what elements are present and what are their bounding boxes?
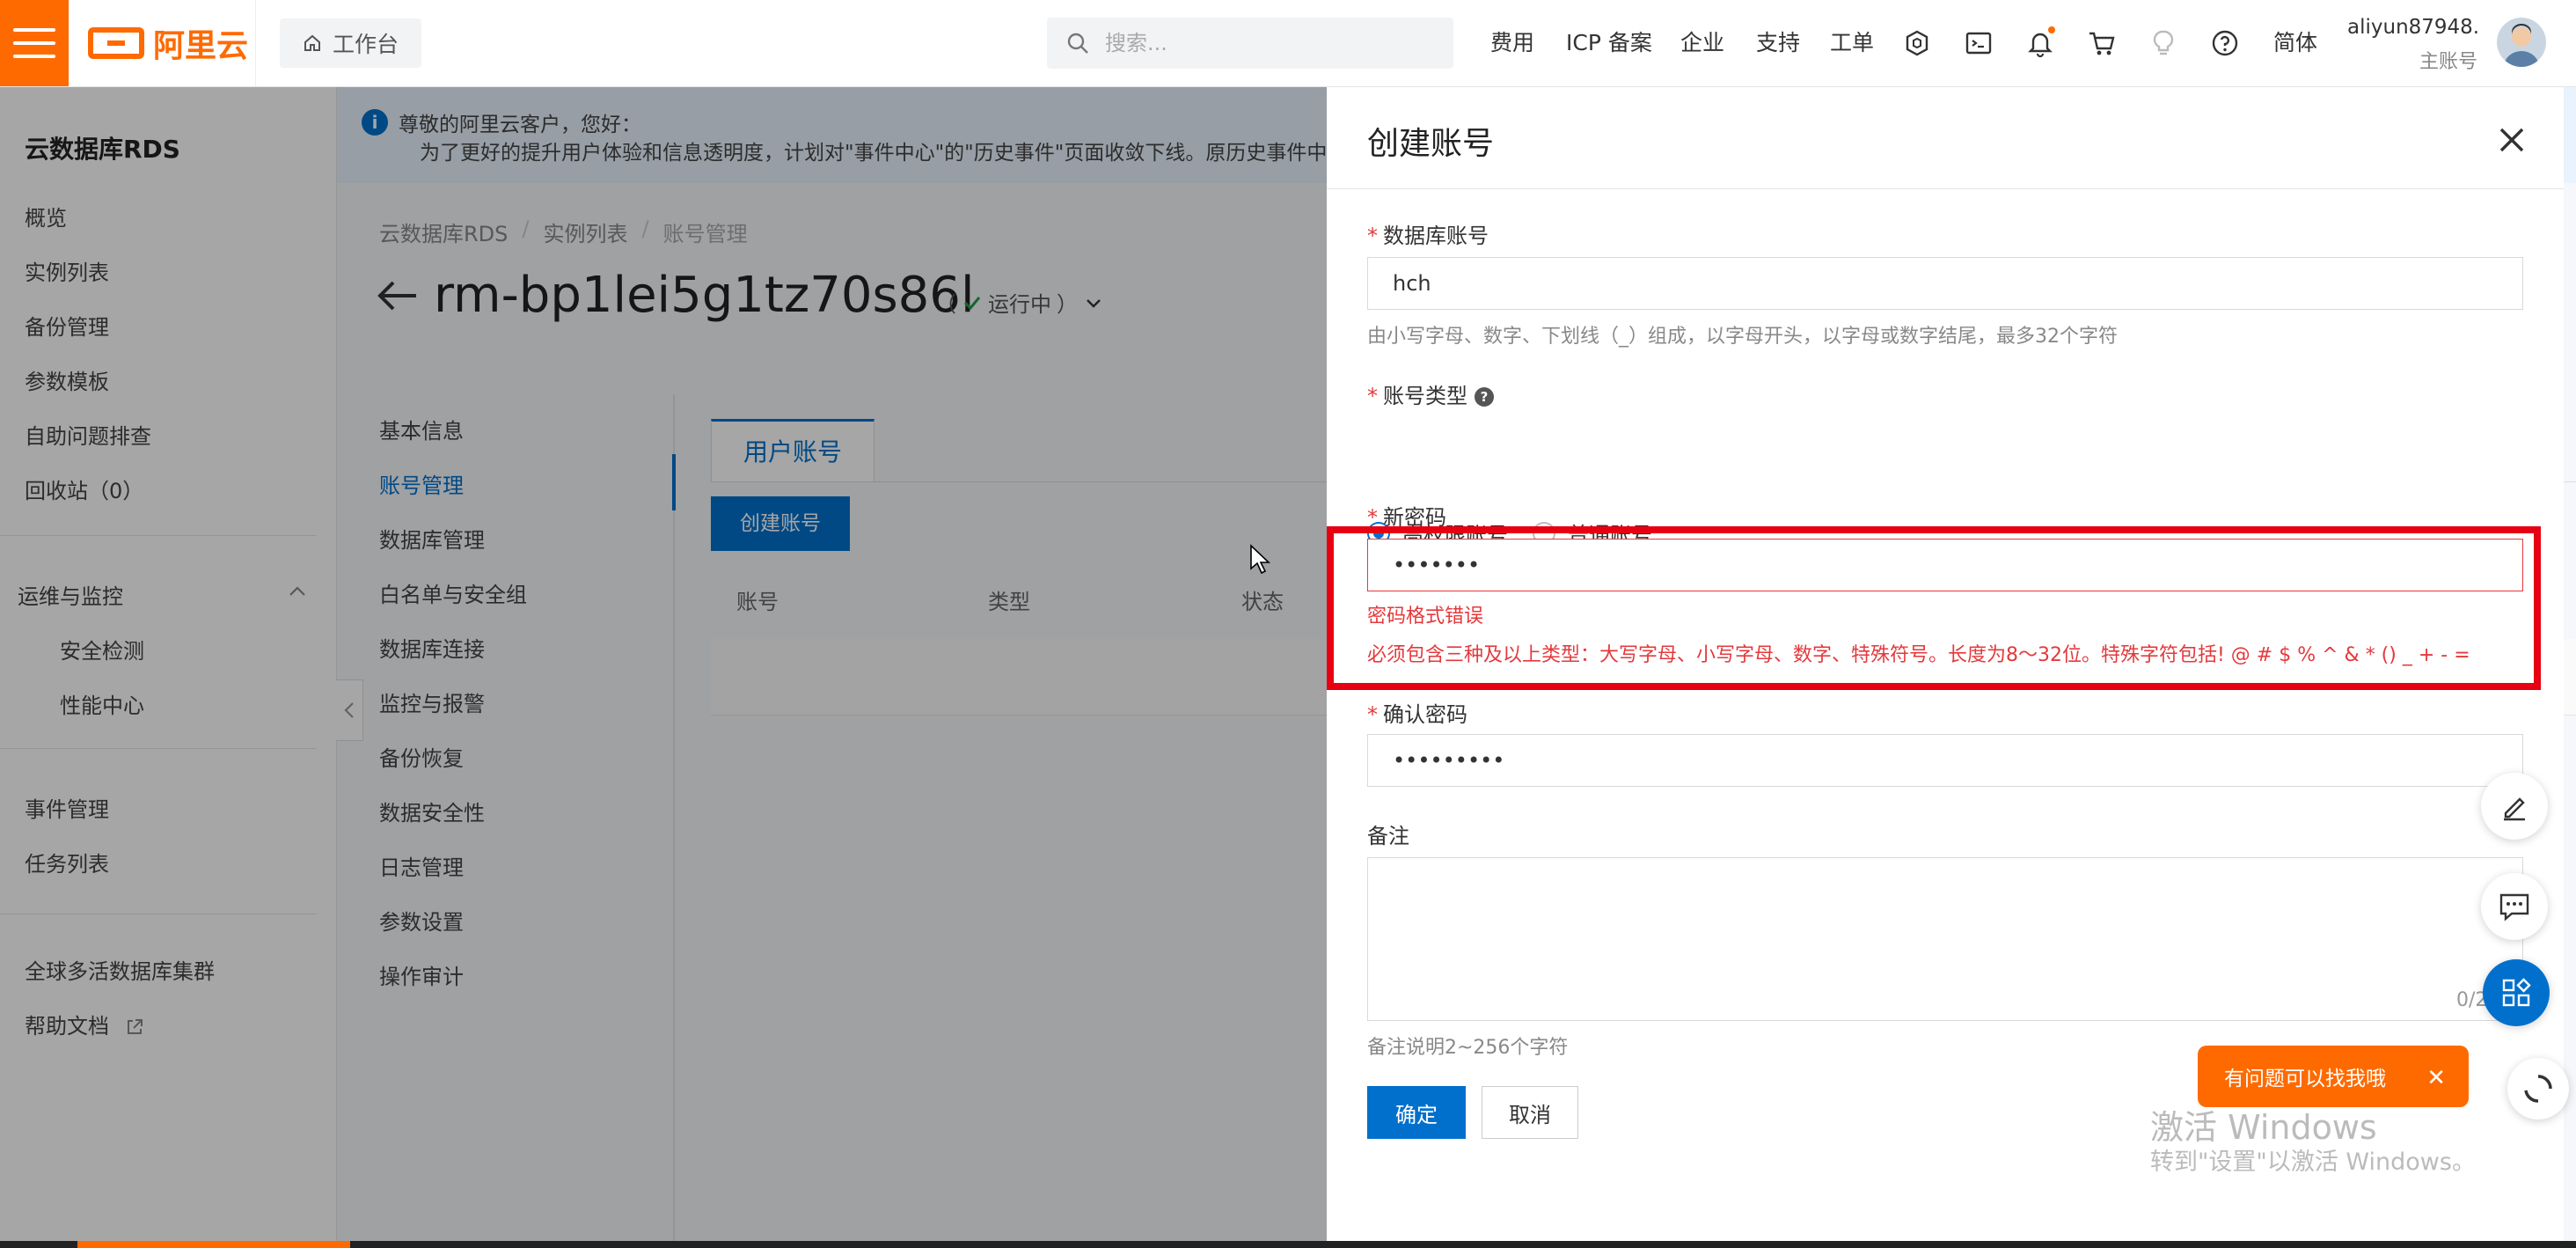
apps-grid-icon (2502, 978, 2531, 1007)
required-mark: * (1367, 384, 1378, 408)
nav-ticket[interactable]: 工单 (1830, 0, 1874, 86)
taskbar-strip (0, 1241, 2576, 1248)
logo-text: 阿里云 (153, 28, 249, 64)
nav-support[interactable]: 支持 (1756, 0, 1800, 86)
taskbar-active-indicator (77, 1241, 350, 1248)
feedback-edit-button[interactable] (2481, 773, 2548, 840)
lightbulb-icon[interactable] (2147, 26, 2180, 60)
help-circle-icon[interactable] (2208, 26, 2242, 60)
avatar[interactable] (2497, 18, 2546, 67)
confirm-password-input[interactable] (1367, 734, 2523, 787)
password-label: * 新密码 (1367, 500, 1446, 531)
chat-button[interactable] (2481, 873, 2548, 940)
password-error: 密码格式错误 (1367, 606, 1484, 628)
menu-icon-bar (13, 55, 55, 58)
modal-overlay[interactable] (0, 86, 1327, 1248)
user-role: 主账号 (2419, 51, 2477, 73)
nav-icp[interactable]: ICP 备案 (1566, 0, 1652, 86)
drawer-divider (1327, 188, 2564, 189)
user-name: aliyun87948... (2347, 16, 2477, 39)
account-type-label-text: 账号类型 (1383, 384, 1467, 408)
assistant-robot-button[interactable] (2507, 1058, 2569, 1120)
global-search[interactable] (1047, 18, 1453, 69)
required-mark: * (1367, 224, 1378, 248)
close-icon[interactable] (2497, 125, 2527, 155)
loading-spinner-icon (2524, 1075, 2552, 1103)
password-label-text: 新密码 (1383, 505, 1446, 530)
question-icon[interactable]: ? (1475, 387, 1494, 407)
menu-icon-bar (13, 41, 55, 45)
cart-icon[interactable] (2085, 26, 2119, 60)
aliyun-logo[interactable]: 阿里云 (88, 23, 249, 64)
language-switch[interactable]: 简体 (2273, 0, 2317, 86)
workbench-button[interactable]: 工作台 (280, 18, 422, 68)
apps-button[interactable] (2483, 959, 2550, 1026)
nav-enterprise[interactable]: 企业 (1680, 0, 1724, 86)
close-icon[interactable]: ✕ (2426, 1065, 2446, 1091)
confirm-password-label-text: 确认密码 (1383, 702, 1467, 727)
ai-assistant-icon[interactable] (1900, 26, 1934, 60)
menu-icon (13, 28, 55, 32)
search-input[interactable] (1103, 30, 1423, 56)
notification-dot (2048, 26, 2055, 33)
notification-bell-icon[interactable] (2023, 26, 2057, 60)
account-label: * 数据库账号 (1367, 218, 1489, 249)
mouse-cursor-icon (1250, 544, 1271, 575)
chat-icon (2499, 893, 2529, 921)
account-name-input[interactable] (1367, 257, 2523, 310)
top-bar: 阿里云 工作台 费用 ICP 备案 企业 支持 工单 简体 aliyun8794… (0, 0, 2576, 87)
drawer-title: 创建账号 (1367, 126, 1495, 162)
remark-hint: 备注说明2~256个字符 (1367, 1037, 1569, 1059)
remark-label: 备注 (1367, 824, 1409, 848)
windows-watermark-title: 激活 Windows (2150, 1108, 2377, 1147)
search-icon (1067, 33, 1088, 54)
aliyun-logo-icon (88, 27, 144, 59)
terminal-icon[interactable] (1962, 26, 1995, 60)
help-pill-text: 有问题可以找我哦 (2224, 1068, 2386, 1090)
hamburger-menu-button[interactable] (0, 0, 69, 86)
user-info[interactable]: aliyun87948... 主账号 (2347, 16, 2477, 74)
help-tooltip-pill[interactable]: 有问题可以找我哦 ✕ (2198, 1046, 2469, 1107)
account-label-text: 数据库账号 (1383, 224, 1489, 248)
remark-textarea[interactable] (1367, 857, 2523, 1021)
divider (255, 0, 256, 86)
confirm-password-label: * 确认密码 (1367, 697, 1467, 728)
cancel-button[interactable]: 取消 (1482, 1086, 1578, 1139)
edit-icon (2504, 797, 2525, 821)
confirm-button[interactable]: 确定 (1367, 1086, 1466, 1139)
required-mark: * (1367, 505, 1378, 530)
required-mark: * (1367, 702, 1378, 727)
home-icon (304, 34, 320, 51)
password-input[interactable] (1367, 539, 2523, 591)
workbench-label: 工作台 (333, 32, 399, 57)
nav-billing[interactable]: 费用 (1490, 0, 1534, 86)
account-hint: 由小写字母、数字、下划线（_）组成，以字母开头，以字母或数字结尾，最多32个字符 (1367, 326, 2118, 348)
password-rule: 必须包含三种及以上类型：大写字母、小写字母、数字、特殊符号。长度为8～32位。特… (1367, 644, 2470, 666)
windows-watermark-subtitle: 转到"设置"以激活 Windows。 (2150, 1149, 2476, 1176)
account-type-label: * 账号类型? (1367, 378, 1494, 409)
